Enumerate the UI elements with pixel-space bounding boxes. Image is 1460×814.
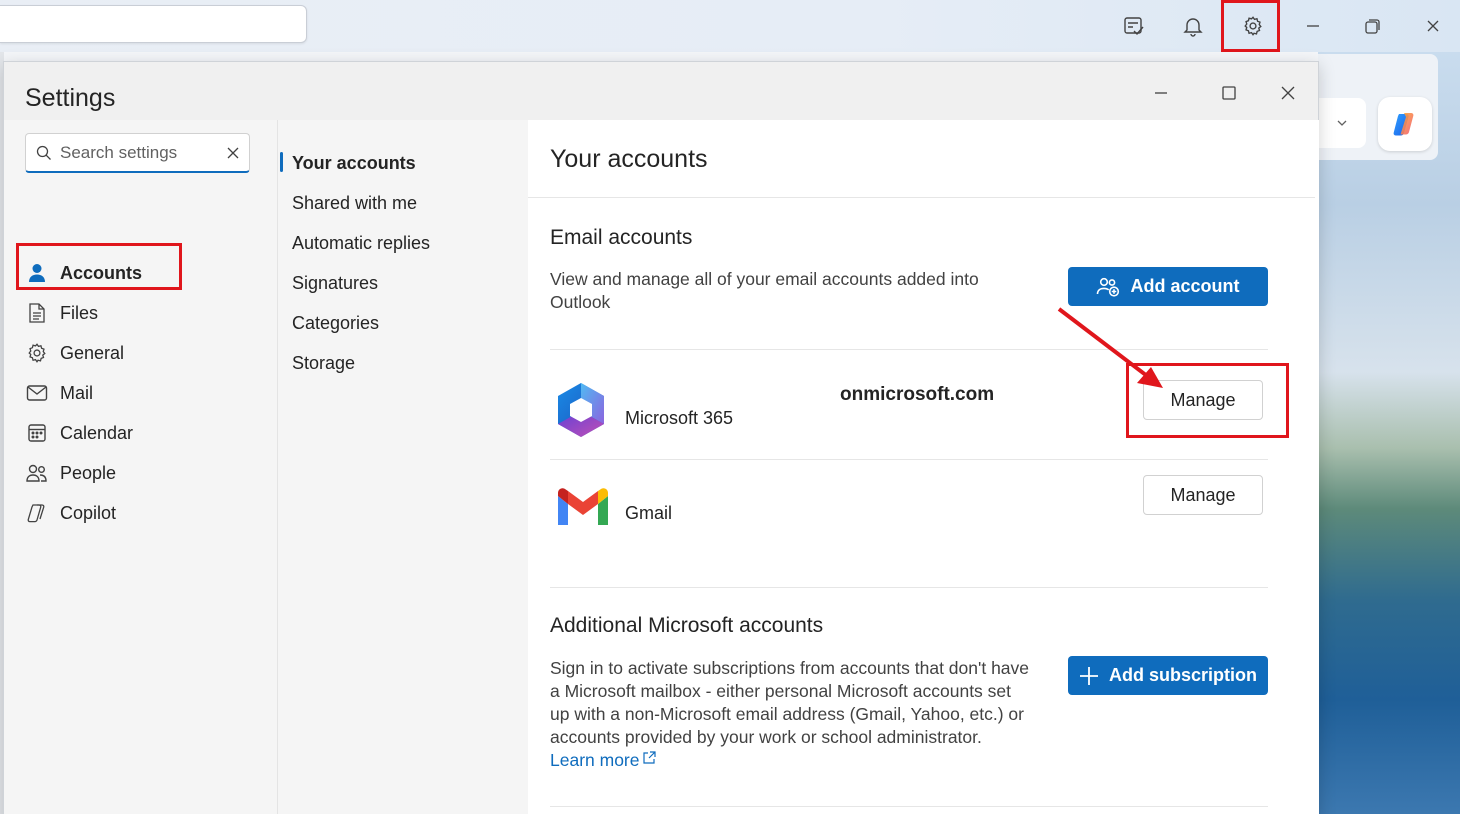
settings-search-box[interactable]: Search settings	[25, 133, 250, 173]
additional-accounts-description: Sign in to activate subscriptions from a…	[550, 658, 1030, 747]
nav-item-people[interactable]: People	[25, 455, 255, 491]
nav-item-general[interactable]: General	[25, 335, 255, 371]
nav-item-label: General	[60, 342, 125, 363]
nav-item-mail[interactable]: Mail	[25, 375, 255, 411]
subnav-signatures[interactable]: Signatures	[292, 273, 378, 294]
dialog-maximize-icon[interactable]	[1209, 78, 1249, 108]
copilot-icon	[25, 501, 49, 525]
subnav-shared-with-me[interactable]: Shared with me	[292, 193, 417, 214]
account-email-microsoft365: onmicrosoft.com	[840, 384, 995, 405]
bottom-divider	[550, 806, 1268, 807]
nav-item-files[interactable]: Files	[25, 295, 255, 331]
title-divider	[528, 197, 1315, 198]
minimize-window-icon[interactable]	[1295, 8, 1331, 44]
todo-icon[interactable]	[1116, 8, 1152, 44]
subnav-storage[interactable]: Storage	[292, 353, 355, 374]
manage-gmail-button[interactable]: Manage	[1143, 475, 1263, 515]
subnav-active-indicator	[280, 152, 283, 172]
nav-item-label: Mail	[60, 382, 94, 403]
settings-subnav-column	[278, 120, 528, 814]
nav-item-label: Files	[60, 302, 99, 323]
mail-icon	[25, 381, 49, 405]
additional-accounts-heading: Additional Microsoft accounts	[550, 614, 824, 637]
gear-icon	[25, 341, 49, 365]
red-arrow-annotation	[1057, 307, 1163, 388]
accounts-divider-mid	[550, 459, 1268, 460]
account-name-gmail: Gmail	[625, 503, 673, 523]
dialog-close-icon[interactable]	[1268, 78, 1308, 108]
email-accounts-description: View and manage all of your email accoun…	[550, 269, 979, 312]
background-dropdown[interactable]	[1318, 98, 1366, 148]
app-search-box[interactable]	[0, 5, 307, 43]
account-name-microsoft365: Microsoft 365	[625, 408, 734, 428]
close-window-icon[interactable]	[1415, 8, 1451, 44]
chevron-down-icon	[1337, 120, 1347, 126]
subnav-automatic-replies[interactable]: Automatic replies	[292, 233, 430, 254]
nav-item-calendar[interactable]: Calendar	[25, 415, 255, 451]
gmail-logo	[554, 485, 612, 532]
subnav-categories[interactable]: Categories	[292, 313, 379, 334]
nav-item-label: People	[60, 462, 117, 483]
people-icon	[25, 461, 49, 485]
dialog-minimize-icon[interactable]	[1141, 78, 1181, 108]
subnav-your-accounts[interactable]: Your accounts	[292, 153, 416, 174]
add-people-icon	[1096, 277, 1120, 297]
accounts-highlight-box	[16, 243, 182, 290]
calendar-icon	[25, 421, 49, 445]
file-icon	[25, 301, 49, 325]
plus-icon	[1079, 666, 1099, 686]
add-account-label: Add account	[1130, 276, 1240, 296]
external-link-icon	[642, 750, 656, 764]
search-placeholder: Search settings	[60, 142, 178, 162]
copilot-logo-icon	[1393, 113, 1414, 136]
restore-window-icon[interactable]	[1355, 8, 1391, 44]
email-accounts-heading: Email accounts	[550, 226, 693, 249]
gear-highlight-box	[1221, 0, 1280, 52]
bell-icon[interactable]	[1175, 8, 1211, 44]
nav-item-label: Calendar	[60, 422, 134, 443]
search-icon	[36, 145, 51, 160]
section-divider	[550, 587, 1268, 588]
learn-more-label: Learn more	[550, 750, 640, 770]
learn-more-link[interactable]: Learn more	[550, 750, 656, 771]
add-subscription-label: Add subscription	[1109, 665, 1257, 685]
copilot-button[interactable]	[1378, 97, 1432, 151]
nav-item-copilot[interactable]: Copilot	[25, 495, 255, 531]
background-desktop	[1318, 52, 1460, 814]
page-title: Your accounts	[550, 145, 708, 173]
microsoft365-logo	[554, 381, 608, 444]
clear-search-icon[interactable]	[227, 147, 239, 159]
add-subscription-button[interactable]: Add subscription	[1068, 656, 1268, 695]
settings-title: Settings	[25, 84, 116, 112]
nav-item-label: Copilot	[60, 502, 117, 523]
add-account-button[interactable]: Add account	[1068, 267, 1268, 306]
